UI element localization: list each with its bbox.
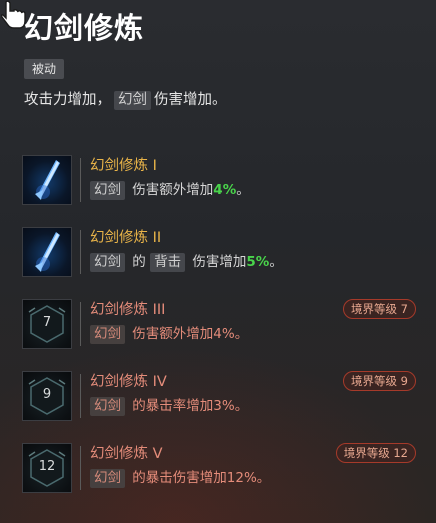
skill-description: 攻击力增加， 幻剑 伤害增加。	[24, 89, 227, 111]
tier-effect: 幻剑 的暴击率增加3%。	[90, 396, 248, 416]
tier-effect: 幻剑 伤害额外增加4%。	[90, 324, 248, 344]
keyword-tag-2: 背击	[150, 253, 186, 272]
realm-level-icon: 7	[22, 299, 72, 349]
realm-level-requirement: 境界等级 9	[343, 371, 416, 391]
realm-level-requirement: 境界等级 7	[343, 299, 416, 319]
desc-keyword-tag: 幻剑	[114, 91, 151, 110]
effect-text: 伤害额外增加	[132, 182, 214, 198]
tier-name: 幻剑修炼 V	[90, 446, 163, 462]
realm-level-requirement: 境界等级 12	[335, 443, 416, 463]
effect-text: 的暴击伤害增加12%。	[132, 470, 271, 486]
row-divider	[80, 374, 81, 418]
effect-text: 的暴击率增加3%。	[132, 398, 249, 414]
realm-level-icon: 9	[22, 371, 72, 421]
tier-row-2[interactable]: 幻剑修炼 II 幻剑 的 背击 伤害增加5%。	[0, 227, 436, 287]
level-number: 9	[42, 387, 52, 402]
tier-row-1[interactable]: 幻剑修炼 I 幻剑 伤害额外增加4%。	[0, 155, 436, 215]
effect-value: 5%	[246, 254, 270, 270]
row-divider	[80, 158, 81, 202]
tier-name: 幻剑修炼 III	[90, 302, 166, 318]
tier-row-4[interactable]: 9 幻剑修炼 IV 境界等级 9 幻剑 的暴击率增加3%。	[0, 371, 436, 431]
keyword-tag: 幻剑	[90, 181, 125, 200]
row-divider	[80, 230, 81, 274]
effect-suffix: 。	[269, 254, 283, 270]
keyword-tag: 幻剑	[90, 469, 125, 488]
tier-row-5[interactable]: 12 幻剑修炼 V 境界等级 12 幻剑 的暴击伤害增加12%。	[0, 443, 436, 503]
desc-text-2: 伤害增加。	[154, 92, 227, 108]
tier-name: 幻剑修炼 IV	[90, 374, 167, 390]
effect-text: 伤害额外增加4%。	[132, 326, 249, 342]
tier-name: 幻剑修炼 I	[90, 158, 157, 174]
tier-row-3[interactable]: 7 幻剑修炼 III 境界等级 7 幻剑 伤害额外增加4%。	[0, 299, 436, 359]
effect-suffix: 。	[236, 182, 250, 198]
tier-effect: 幻剑 的 背击 伤害增加5%。	[90, 252, 283, 272]
effect-text: 伤害增加	[192, 254, 247, 270]
row-divider	[80, 446, 81, 490]
desc-text-1: 攻击力增加，	[24, 92, 111, 108]
tier-name: 幻剑修炼 II	[90, 230, 162, 246]
crystal-sword-icon	[22, 227, 72, 277]
effect-connector: 的	[132, 254, 146, 270]
realm-level-icon: 12	[22, 443, 72, 493]
level-number: 7	[42, 315, 52, 330]
row-divider	[80, 302, 81, 346]
tier-effect: 幻剑 的暴击伤害增加12%。	[90, 468, 270, 488]
crystal-sword-icon	[22, 155, 72, 205]
keyword-tag: 幻剑	[90, 325, 125, 344]
keyword-tag: 幻剑	[90, 397, 125, 416]
tier-effect: 幻剑 伤害额外增加4%。	[90, 180, 250, 200]
effect-value: 4%	[213, 182, 237, 198]
keyword-tag: 幻剑	[90, 253, 125, 272]
passive-badge: 被动	[24, 59, 65, 79]
skill-title: 幻剑修炼	[24, 11, 145, 45]
level-number: 12	[38, 459, 56, 474]
